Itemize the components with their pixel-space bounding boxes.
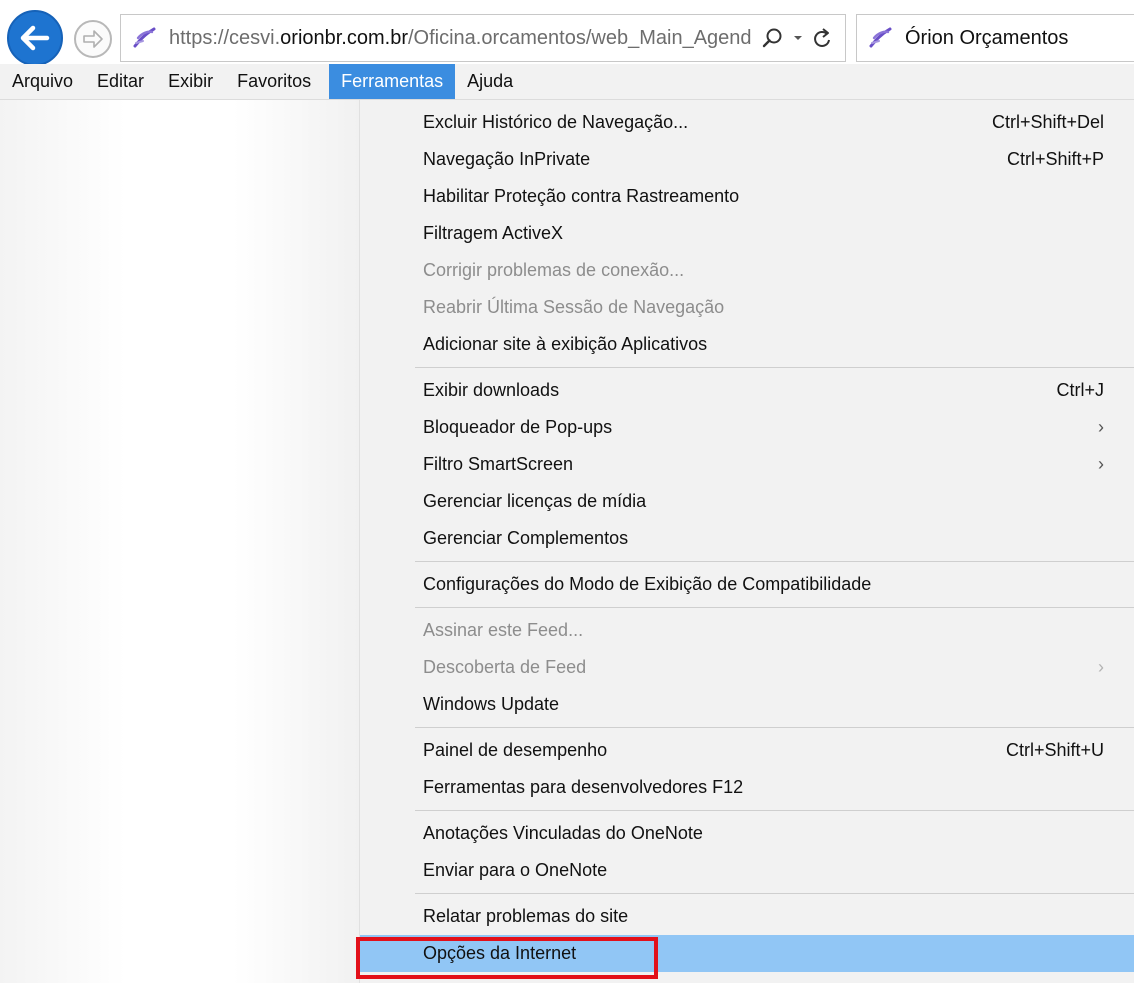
menu-item-bloqueador-de-pop-ups[interactable]: Bloqueador de Pop-ups › [360,409,1134,446]
menu-item-shortcut: Ctrl+J [1056,380,1104,400]
search-icon[interactable] [761,26,785,50]
menu-item-label: Habilitar Proteção contra Rastreamento [423,186,740,206]
menu-item-shortcut: Ctrl+Shift+P [1006,149,1104,169]
chevron-right-icon: › [1098,417,1104,437]
tab-title: Órion Orçamentos [905,26,1069,49]
menu-item-label: Descoberta de Feed [423,657,587,677]
menubar-item-editar[interactable]: Editar [85,64,156,99]
chevron-right-icon: › [1098,454,1104,474]
menu-item-label: Exibir downloads [423,380,560,400]
menu-item-label: Filtragem ActiveX [423,223,564,243]
menu-item-label: Windows Update [423,694,560,714]
menu-item-enviar-para-o-onenote[interactable]: Enviar para o OneNote [360,852,1134,889]
address-bar[interactable]: https://cesvi.orionbr.com.br/Oficina.orc… [120,14,846,62]
menu-item-label: Gerenciar Complementos [423,528,629,548]
menu-item-filtro-smartscreen[interactable]: Filtro SmartScreen › [360,446,1134,483]
menu-item-label: Ferramentas para desenvolvedores F12 [423,777,744,797]
url-path: /Oficina.orcamentos/web_Main_Agend [408,26,752,49]
menu-item-label: Enviar para o OneNote [423,860,608,880]
menu-item-descoberta-de-feed: Descoberta de Feed › [360,649,1134,686]
menu-item-opcoes-da-internet[interactable]: Opções da Internet [360,935,1134,972]
menu-item-reabrir-ultima-sessao-de-navegacao: Reabrir Última Sessão de Navegação [360,289,1134,326]
menu-item-filtragem-activex[interactable]: Filtragem ActiveX [360,215,1134,252]
menu-item-ferramentas-para-desenvolvedores-f12[interactable]: Ferramentas para desenvolvedores F12 [360,769,1134,806]
menu-item-habilitar-protecao-contra-rastreamento[interactable]: Habilitar Proteção contra Rastreamento [360,178,1134,215]
url-host: orionbr.com.br [280,26,408,49]
menu-item-relatar-problemas-do-site[interactable]: Relatar problemas do site [360,898,1134,935]
menu-item-shortcut: Ctrl+Shift+U [1005,740,1104,760]
menu-item-label: Configurações do Modo de Exibição de Com… [423,574,872,594]
menu-item-gerenciar-complementos[interactable]: Gerenciar Complementos [360,520,1134,557]
menu-item-label: Filtro SmartScreen [423,454,574,474]
menu-item-excluir-historico-de-navegacao[interactable]: Excluir Histórico de Navegação... Ctrl+Sh… [360,104,1134,141]
refresh-icon[interactable] [811,26,833,50]
menu-item-label: Bloqueador de Pop-ups [423,417,613,437]
menu-separator [415,607,1134,608]
menu-item-gerenciar-licencas-de-midia[interactable]: Gerenciar licenças de mídia [360,483,1134,520]
tools-dropdown-menu: Excluir Histórico de Navegação... Ctrl+Sh… [360,100,1134,983]
site-favicon-icon [131,24,159,52]
menu-item-painel-de-desempenho[interactable]: Painel de desempenho Ctrl+Shift+U [360,732,1134,769]
forward-button[interactable] [74,20,112,58]
menubar-item-exibir[interactable]: Exibir [156,64,225,99]
menu-separator [415,727,1134,728]
menu-item-adicionar-site-a-exibicao-aplicativos[interactable]: Adicionar site à exibição Aplicativos [360,326,1134,363]
menu-item-label: Painel de desempenho [423,740,608,760]
page-content-area [0,100,360,983]
menu-item-configuracoes-do-modo-de-exibicao-de-compatibilidade[interactable]: Configurações do Modo de Exibição de Com… [360,566,1134,603]
back-button[interactable] [7,10,63,66]
menubar-item-ferramentas[interactable]: Ferramentas [329,64,456,99]
browser-tab[interactable]: Órion Orçamentos [856,14,1134,62]
menu-item-label: Assinar este Feed... [423,620,584,640]
menu-item-windows-update[interactable]: Windows Update [360,686,1134,723]
menubar-item-ajuda[interactable]: Ajuda [455,64,525,99]
menu-item-label: Corrigir problemas de conexão... [423,260,685,280]
menu-item-label: Adicionar site à exibição Aplicativos [423,334,708,354]
menu-item-label: Gerenciar licenças de mídia [423,491,647,511]
menu-item-exibir-downloads[interactable]: Exibir downloads Ctrl+J [360,372,1134,409]
menu-item-label: Excluir Histórico de Navegação... [423,112,689,132]
chevron-right-icon: › [1098,657,1104,677]
navigation-bar: https://cesvi.orionbr.com.br/Oficina.orc… [0,0,1134,66]
menu-item-shortcut: Ctrl+Shift+Del [991,112,1104,132]
menu-separator [415,893,1134,894]
menu-item-anotacoes-vinculadas-do-onenote[interactable]: Anotações Vinculadas do OneNote [360,815,1134,852]
menu-item-assinar-este-feed: Assinar este Feed... [360,612,1134,649]
menu-item-label: Relatar problemas do site [423,906,629,926]
menubar-item-favoritos[interactable]: Favoritos [225,64,323,99]
menu-item-navegacao-inprivate[interactable]: Navegação InPrivate Ctrl+Shift+P [360,141,1134,178]
menu-separator [415,367,1134,368]
menu-item-corrigir-problemas-de-conexao: Corrigir problemas de conexão... [360,252,1134,289]
menubar-item-arquivo[interactable]: Arquivo [0,64,85,99]
forward-arrow-icon [83,30,103,48]
url-text[interactable]: https://cesvi.orionbr.com.br/Oficina.orc… [169,27,761,50]
back-arrow-icon [20,25,50,51]
menu-separator [415,561,1134,562]
menu-item-label: Reabrir Última Sessão de Navegação [423,297,725,317]
menu-item-label: Navegação InPrivate [423,149,591,169]
tab-favicon-icon [867,24,895,52]
menu-item-label: Anotações Vinculadas do OneNote [423,823,703,843]
url-prefix: https://cesvi. [169,26,281,49]
menu-separator [415,810,1134,811]
menu-bar: Arquivo Editar Exibir Favoritos Ferramentas A… [0,64,1134,100]
menu-item-label: Opções da Internet [423,943,577,963]
chevron-down-icon[interactable] [791,26,805,50]
